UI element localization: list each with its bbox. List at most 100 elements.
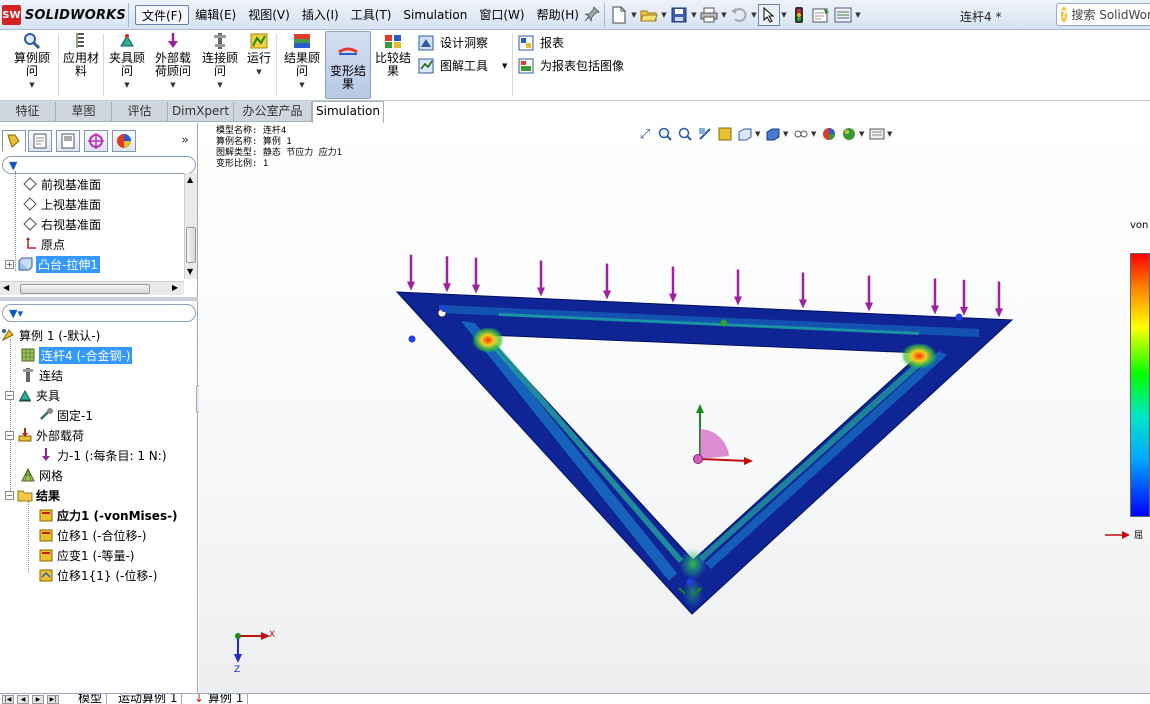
include-image-in-report-button[interactable]: 为报表包括图像 (518, 57, 624, 74)
tab-features[interactable]: 特征 (0, 102, 56, 122)
scroll-down-icon[interactable]: ▼ (187, 267, 193, 276)
study-advisor-dropdown-icon[interactable]: ▼ (29, 79, 34, 92)
run-dropdown-icon[interactable]: ▼ (256, 66, 261, 79)
scroll-up-icon[interactable]: ▲ (187, 175, 193, 184)
tree-item-connections[interactable]: 连结 (20, 365, 63, 385)
menu-tools[interactable]: 工具(T) (345, 5, 398, 25)
scrollbar-thumb[interactable] (186, 227, 196, 263)
fixture-advisor-dropdown-icon[interactable]: ▼ (124, 79, 129, 92)
featuremanager-tab-icon[interactable] (2, 130, 26, 152)
more-tabs-chevron-icon[interactable]: » (181, 133, 189, 148)
tree-item-fixtures[interactable]: − 夹具 (5, 385, 60, 405)
tree-item-origin[interactable]: 原点 (22, 234, 65, 254)
rebuild-traffic-light-icon[interactable] (788, 4, 810, 26)
pin-menu-icon[interactable] (584, 6, 602, 24)
view-triad-origin (235, 633, 241, 639)
menu-file[interactable]: 文件(F) (135, 5, 190, 25)
menu-edit[interactable]: 编辑(E) (189, 5, 242, 25)
propertymanager-tab-icon[interactable] (28, 130, 52, 152)
scroll-right-icon[interactable]: ▶ (172, 283, 178, 292)
stress-plot-model[interactable] (199, 123, 1150, 695)
simulation-filter-box[interactable]: ▼▾ (2, 304, 196, 322)
fixture-advisor-button[interactable]: 夹具顾 问 ▼ (105, 32, 149, 92)
tree-item-displacement-1-1[interactable]: 位移1{1} (-位移-) (38, 565, 157, 585)
deformed-result-button[interactable]: 变形结 果 (325, 31, 371, 99)
tab-office-products[interactable]: 办公室产品 (234, 102, 312, 122)
undo-icon[interactable] (728, 4, 750, 26)
menu-help[interactable]: 帮助(H) (531, 5, 585, 25)
tab-dimxpert[interactable]: DimXpert (168, 102, 234, 122)
tree-item-label: 上视基准面 (41, 197, 102, 212)
expand-icon[interactable]: + (5, 259, 14, 269)
select-pointer-icon[interactable] (758, 4, 780, 26)
triad-y-arrowhead (696, 404, 704, 413)
tree-item-strain-1[interactable]: 应变1 (-等量-) (38, 545, 134, 565)
tree-item-part[interactable]: 连杆4 (-合金钢-) (20, 345, 133, 365)
tree-item-fixed-1[interactable]: 固定-1 (38, 405, 93, 425)
collapse-icon[interactable]: − (5, 390, 14, 400)
search-input[interactable]: 搜索 SolidWorks (1071, 6, 1150, 23)
undo-dropdown-icon[interactable]: ▼ (750, 11, 758, 19)
save-dropdown-icon[interactable]: ▼ (690, 11, 698, 19)
configurationmanager-tab-icon[interactable] (56, 130, 80, 152)
new-document-icon[interactable] (608, 4, 630, 26)
menu-simulation[interactable]: Simulation (397, 5, 473, 25)
connection-advisor-dropdown-icon[interactable]: ▼ (217, 79, 222, 92)
display-manager-tab-icon[interactable] (112, 130, 136, 152)
tree-item-displacement-1[interactable]: 位移1 (-合位移-) (38, 525, 146, 545)
scrollbar-thumb[interactable] (20, 284, 150, 294)
collapse-icon[interactable]: − (5, 430, 14, 440)
save-icon[interactable] (668, 4, 690, 26)
tree-item-results[interactable]: − 结果 (5, 485, 60, 505)
feature-tree-horizontal-scrollbar[interactable]: ◀ ▶ (0, 281, 184, 295)
select-dropdown-icon[interactable]: ▼ (780, 11, 788, 19)
options-icon[interactable] (832, 4, 854, 26)
file-properties-icon[interactable] (810, 4, 832, 26)
external-load-advisor-dropdown-icon[interactable]: ▼ (170, 79, 175, 92)
dimxpert-tab-icon[interactable] (84, 130, 108, 152)
tree-item-mesh[interactable]: 网格 (20, 465, 63, 485)
study-advisor-button[interactable]: 算例顾 问 ▼ (8, 32, 56, 92)
panel-splitter[interactable] (0, 297, 198, 301)
open-dropdown-icon[interactable]: ▼ (660, 11, 668, 19)
solidworks-logo[interactable]: SW SOLIDWORKS (2, 3, 126, 27)
plot-tools-button[interactable]: 图解工具 ▼ (418, 57, 507, 74)
search-box[interactable]: ? 搜索 SolidWorks (1056, 3, 1150, 26)
print-dropdown-icon[interactable]: ▼ (720, 11, 728, 19)
feature-tree-vertical-scrollbar[interactable]: ▲ ▼ (184, 173, 197, 279)
external-load-advisor-button[interactable]: 外部载 荷顾问 ▼ (150, 32, 196, 92)
tab-sketch[interactable]: 草图 (56, 102, 112, 122)
report-button[interactable]: 报表 (518, 34, 564, 51)
run-button[interactable]: 运行 ▼ (244, 32, 274, 79)
scroll-left-icon[interactable]: ◀ (3, 283, 9, 292)
tab-simulation[interactable]: Simulation (312, 101, 384, 123)
apply-material-button[interactable]: 应用材 料 (60, 32, 102, 78)
menu-view[interactable]: 视图(V) (242, 5, 296, 25)
tree-item-stress-1[interactable]: 应力1 (-vonMises-) (38, 505, 178, 525)
print-icon[interactable] (698, 4, 720, 26)
graphics-viewport[interactable]: ⤢ ▼ ▼ ▼ ▼ ▼ 模型名称: 连杆4 算例名称: 算例 1 图解类型: 静… (199, 123, 1150, 695)
tree-item-study[interactable]: 算例 1 (-默认-) (0, 325, 100, 345)
new-dropdown-icon[interactable]: ▼ (630, 11, 638, 19)
tree-item-boss-extrude[interactable]: + 凸台-拉伸1 (5, 254, 100, 274)
collapse-icon[interactable]: − (5, 490, 14, 500)
results-advisor-button[interactable]: 结果顾 问 ▼ (280, 32, 324, 92)
connection-advisor-button[interactable]: 连接顾 问 ▼ (198, 32, 242, 92)
menu-insert[interactable]: 插入(I) (296, 5, 345, 25)
tree-item-external-loads[interactable]: − 外部载荷 (5, 425, 84, 445)
tab-evaluate[interactable]: 评估 (112, 102, 168, 122)
plot-tools-dropdown-icon[interactable]: ▼ (502, 62, 507, 70)
tree-item-top-plane[interactable]: 上视基准面 (22, 194, 101, 214)
results-advisor-dropdown-icon[interactable]: ▼ (299, 79, 304, 92)
mesh-icon (20, 467, 36, 483)
design-insight-button[interactable]: 设计洞察 (418, 34, 488, 51)
options-dropdown-icon[interactable]: ▼ (854, 11, 862, 19)
fixed-geometry-icon (38, 407, 54, 423)
tree-item-force-1[interactable]: 力-1 (:每条目: 1 N:) (38, 445, 167, 465)
open-folder-icon[interactable] (638, 4, 660, 26)
tree-item-front-plane[interactable]: 前视基准面 (22, 174, 101, 194)
sensor-point-marker (720, 319, 728, 327)
compare-results-button[interactable]: 比较结 果 (373, 32, 413, 78)
tree-item-right-plane[interactable]: 右视基准面 (22, 214, 101, 234)
menu-window[interactable]: 窗口(W) (473, 5, 530, 25)
